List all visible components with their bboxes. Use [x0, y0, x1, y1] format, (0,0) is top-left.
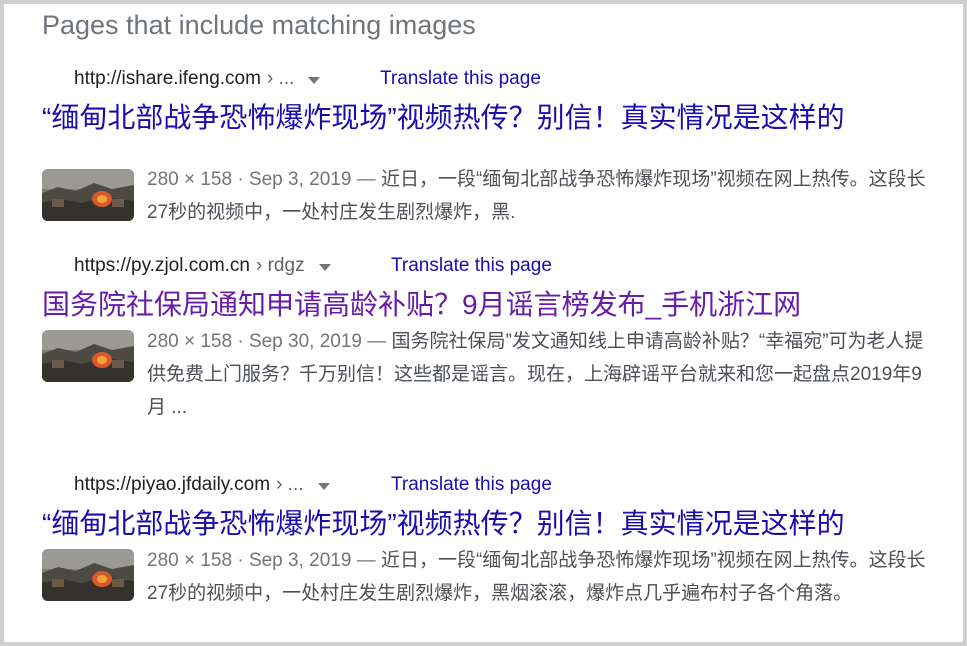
result-snippet: 280 × 158 · Sep 3, 2019 — 近日，一段“缅甸北部战争恐怖…	[147, 163, 932, 229]
result-title-link[interactable]: “缅甸北部战争恐怖爆炸现场”视频热传？别信！真实情况是这样的	[42, 507, 845, 541]
result-title-link[interactable]: “缅甸北部战争恐怖爆炸现场”视频热传？别信！真实情况是这样的	[42, 101, 845, 135]
result-url[interactable]: https://piyao.jfdaily.com › ...	[74, 473, 330, 497]
translate-link[interactable]: Translate this page	[391, 254, 552, 278]
result-snippet: 280 × 158 · Sep 3, 2019 — 近日，一段“缅甸北部战争恐怖…	[147, 544, 932, 610]
chevron-down-icon[interactable]	[318, 263, 331, 271]
result-url[interactable]: https://py.zjol.com.cn › rdgz	[74, 254, 331, 278]
result-path: › ...	[266, 68, 295, 89]
result-domain: https://piyao.jfdaily.com	[74, 474, 271, 495]
result-meta: 280 × 158 · Sep 3, 2019 —	[147, 550, 376, 571]
result-domain: https://py.zjol.com.cn	[74, 255, 250, 276]
result-thumbnail[interactable]	[42, 330, 134, 382]
result-path: › ...	[276, 474, 304, 495]
chevron-down-icon[interactable]	[308, 76, 321, 84]
section-title: Pages that include matching images	[42, 10, 476, 40]
result-meta: 280 × 158 · Sep 30, 2019 —	[147, 331, 387, 352]
results-panel: Pages that include matching images http:…	[0, 0, 967, 646]
result-url[interactable]: http://ishare.ifeng.com › ...	[74, 67, 321, 91]
result-thumbnail[interactable]	[42, 169, 134, 221]
result-path: › rdgz	[256, 255, 305, 276]
result-meta: 280 × 158 · Sep 3, 2019 —	[147, 169, 376, 190]
translate-link[interactable]: Translate this page	[380, 67, 541, 91]
result-domain: http://ishare.ifeng.com	[74, 68, 261, 89]
result-title-link[interactable]: 国务院社保局通知申请高龄补贴？9月谣言榜发布_手机浙江网	[42, 288, 801, 322]
chevron-down-icon[interactable]	[317, 482, 330, 490]
translate-link[interactable]: Translate this page	[391, 473, 552, 497]
result-snippet: 280 × 158 · Sep 30, 2019 — 国务院社保局”发文通知线上…	[147, 325, 932, 424]
result-thumbnail[interactable]	[42, 549, 134, 601]
